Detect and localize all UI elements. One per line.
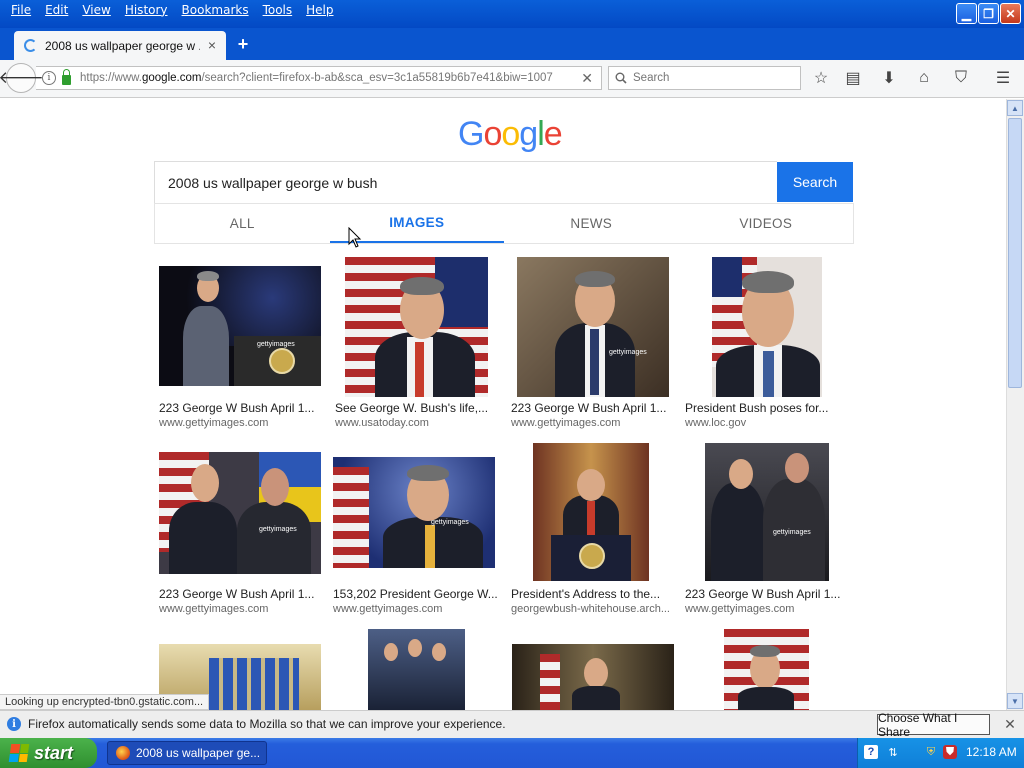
windows-logo-icon xyxy=(8,744,30,762)
start-button[interactable]: start xyxy=(0,738,97,768)
result-title[interactable]: President Bush poses for... xyxy=(685,401,855,415)
result-image[interactable]: gettyimages xyxy=(159,266,321,386)
security-icon[interactable]: ⛨ xyxy=(924,745,938,759)
logo-letter: e xyxy=(543,115,563,153)
result-image[interactable]: gettyimages xyxy=(517,257,669,397)
url-text[interactable]: https://www.google.com/search?client=fir… xyxy=(80,72,560,84)
result-source: www.gettyimages.com xyxy=(159,603,269,615)
result-title[interactable]: 223 George W Bush April 1... xyxy=(685,587,855,601)
result-image[interactable] xyxy=(512,644,674,710)
notification-close-icon[interactable]: ✕ xyxy=(1002,714,1018,734)
download-icon[interactable]: ⬇ xyxy=(879,68,899,88)
menu-help[interactable]: Help xyxy=(299,0,340,22)
pocket-icon[interactable]: ⛉ xyxy=(951,68,971,88)
menu-history[interactable]: History xyxy=(118,0,175,22)
scroll-up-icon[interactable]: ▲ xyxy=(1007,100,1023,116)
home-icon[interactable]: ⌂ xyxy=(914,68,934,88)
search-box[interactable] xyxy=(154,161,777,203)
logo-letter: g xyxy=(519,115,538,153)
menu-bookmarks[interactable]: Bookmarks xyxy=(175,0,256,22)
new-tab-button[interactable]: + xyxy=(233,33,253,55)
reading-list-icon[interactable]: ▤ xyxy=(843,68,863,88)
start-label: start xyxy=(34,742,74,763)
loading-spinner-icon xyxy=(24,39,37,52)
menu-file[interactable]: File xyxy=(4,0,38,22)
help-icon[interactable]: ? xyxy=(864,745,878,759)
result-title[interactable]: President's Address to the... xyxy=(511,587,681,601)
hamburger-menu-icon[interactable]: ☰ xyxy=(993,68,1013,88)
minimize-button[interactable]: ▁ xyxy=(956,3,977,24)
result-title[interactable]: 223 George W Bush April 1... xyxy=(159,587,329,601)
result-title[interactable]: 153,202 President George W... xyxy=(333,587,503,601)
result-source: www.usatoday.com xyxy=(335,417,429,429)
menu-tools[interactable]: Tools xyxy=(256,0,300,22)
url-bar[interactable]: i https://www.google.com/search?client=f… xyxy=(36,66,602,90)
result-image[interactable]: gettyimages xyxy=(159,452,321,574)
result-source: www.gettyimages.com xyxy=(333,603,443,615)
search-icon xyxy=(615,72,627,84)
taskbar-firefox-item[interactable]: 2008 us wallpaper ge... xyxy=(107,741,267,765)
back-button[interactable]: 🡐 xyxy=(0,63,44,93)
result-image[interactable] xyxy=(724,629,809,710)
choose-what-i-share-button[interactable]: Choose What I Share xyxy=(877,711,990,739)
result-title[interactable]: 223 George W Bush April 1... xyxy=(511,401,681,415)
maximize-button[interactable]: ❐ xyxy=(978,3,999,24)
url-clear-icon[interactable]: ✕ xyxy=(581,70,593,87)
result-source: www.gettyimages.com xyxy=(159,417,269,429)
mouse-cursor-icon xyxy=(348,227,362,248)
search-tabs: ALL IMAGES NEWS VIDEOS xyxy=(154,203,854,244)
google-logo[interactable]: Google xyxy=(458,115,563,154)
notification-text: Firefox automatically sends some data to… xyxy=(28,717,506,731)
result-title[interactable]: 223 George W Bush April 1... xyxy=(159,401,329,415)
logo-letter: o xyxy=(483,115,502,153)
tab-videos[interactable]: VIDEOS xyxy=(679,204,854,243)
logo-letter: o xyxy=(501,115,520,153)
tab-news[interactable]: NEWS xyxy=(504,204,679,243)
tab-all[interactable]: ALL xyxy=(155,204,330,243)
result-source: www.gettyimages.com xyxy=(685,603,795,615)
result-image[interactable] xyxy=(345,257,488,397)
search-query-input[interactable] xyxy=(155,162,777,203)
antivirus-icon[interactable]: ⛊ xyxy=(943,745,957,759)
tab-close-icon[interactable]: × xyxy=(208,37,216,53)
scrollbar-thumb[interactable] xyxy=(1008,118,1022,388)
info-icon: i xyxy=(7,717,21,731)
browser-tab[interactable]: 2008 us wallpaper george w ... × xyxy=(14,31,226,60)
bookmark-star-icon[interactable]: ☆ xyxy=(811,68,831,88)
logo-letter: G xyxy=(458,115,484,153)
browser-search-bar[interactable] xyxy=(608,66,801,90)
result-source: www.gettyimages.com xyxy=(511,417,621,429)
firefox-icon xyxy=(116,746,130,760)
result-image[interactable] xyxy=(712,257,822,397)
menu-edit[interactable]: Edit xyxy=(38,0,75,22)
browser-search-input[interactable] xyxy=(633,72,793,84)
network-icon[interactable]: ⇅ xyxy=(886,745,900,759)
tab-title: 2008 us wallpaper george w ... xyxy=(45,38,200,53)
result-image[interactable] xyxy=(368,629,465,710)
menu-bar: File Edit View History Bookmarks Tools H… xyxy=(0,0,341,22)
result-image[interactable] xyxy=(533,443,649,581)
scroll-down-icon[interactable]: ▼ xyxy=(1007,693,1023,709)
result-image[interactable]: gettyimages xyxy=(333,457,495,568)
lock-icon[interactable] xyxy=(62,68,71,85)
taskbar-item-label: 2008 us wallpaper ge... xyxy=(136,746,261,760)
result-source: www.loc.gov xyxy=(685,417,747,429)
result-image[interactable]: gettyimages xyxy=(705,443,829,581)
search-button[interactable]: Search xyxy=(777,162,853,202)
status-tooltip: Looking up encrypted-tbn0.gstatic.com... xyxy=(0,694,210,710)
result-title[interactable]: See George W. Bush's life,... xyxy=(335,401,505,415)
result-source: georgewbush-whitehouse.arch... xyxy=(511,603,670,615)
info-icon[interactable]: i xyxy=(42,71,56,85)
close-window-button[interactable]: ✕ xyxy=(1000,3,1021,24)
clock: 12:18 AM xyxy=(966,745,1017,759)
menu-view[interactable]: View xyxy=(75,0,117,22)
